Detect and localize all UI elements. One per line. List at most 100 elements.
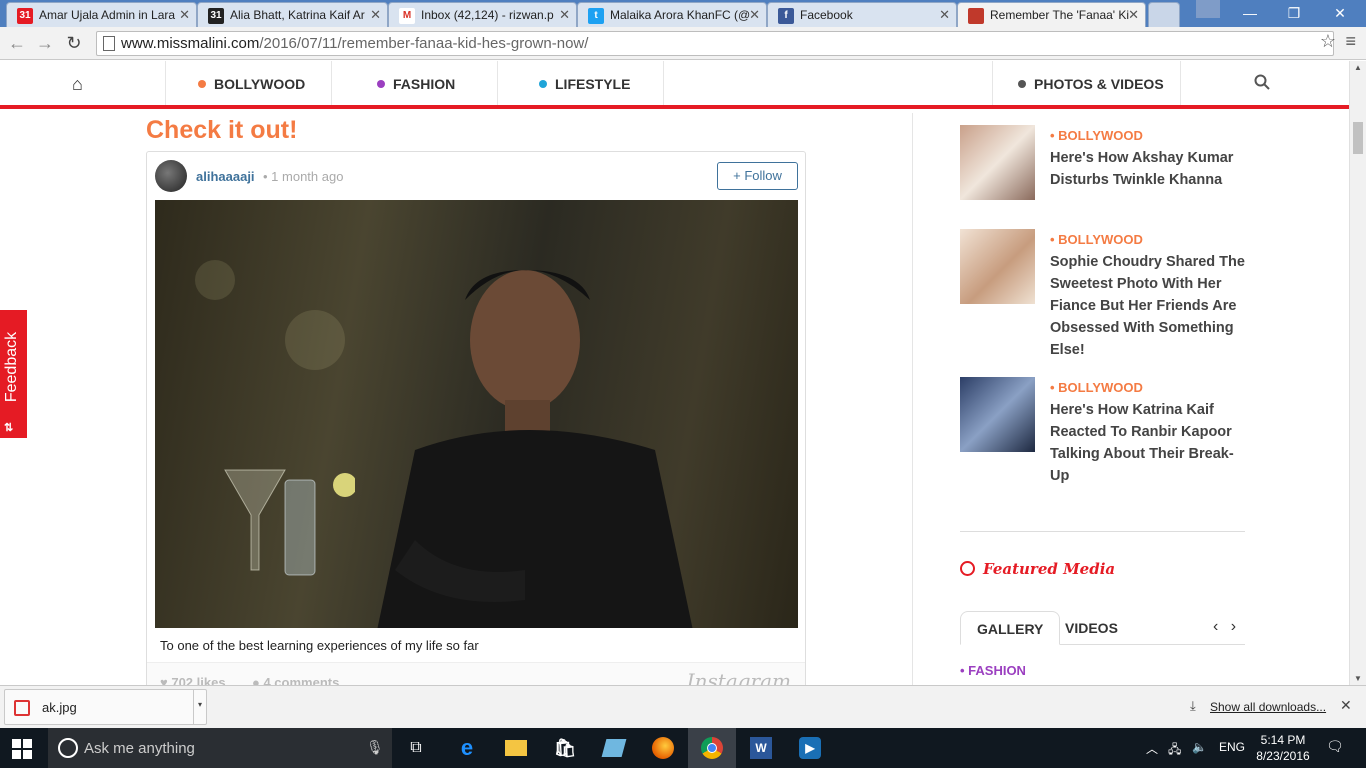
download-shelf: ak.jpg ▾ ⤓ Show all downloads... ✕ [0,685,1366,728]
language-indicator[interactable]: ENG [1219,740,1245,754]
network-icon[interactable]: 🖧 [1168,740,1181,761]
minimize-icon[interactable]: — [1228,0,1272,27]
media-player-icon[interactable]: ▶ [796,734,824,762]
browser-tab-5[interactable]: f Facebook ✕ [767,2,957,27]
tab-close-icon[interactable]: ✕ [559,7,570,23]
user-profile-icon[interactable] [1196,0,1220,18]
browser-tab-1[interactable]: 31 Amar Ujala Admin in Lara ✕ [6,2,197,27]
browser-tab-3[interactable]: M Inbox (42,124) - rizwan.p ✕ [388,2,577,27]
forward-arrow-icon[interactable]: → [33,32,57,54]
instagram-logo[interactable]: Instagram [687,669,791,685]
store-icon[interactable]: 🛍 [551,734,579,762]
search-icon[interactable] [1254,61,1270,105]
browser-tab-active[interactable]: Remember The 'Fanaa' Ki ✕ [957,2,1146,27]
amarujala-favicon-icon: 31 [17,8,33,24]
column-divider [912,113,913,685]
edge-icon[interactable]: e [453,734,481,762]
scroll-up-icon[interactable]: ▲ [1354,63,1362,72]
notification-center-icon[interactable]: 🗨 [1326,738,1344,755]
bokeh-light [195,260,235,300]
tab-close-icon[interactable]: ✕ [749,7,760,23]
firefox-icon[interactable] [649,734,677,762]
browser-tab-4[interactable]: t Malaika Arora KhanFC (@ ✕ [577,2,767,27]
taskbar-clock[interactable]: 5:14 PM 8/23/2016 [1253,732,1313,764]
story-category[interactable]: • BOLLYWOOD [1050,232,1143,247]
site-navigation: ⌂ BOLLYWOOD FASHION LIFESTYLE PHOTOS & V… [0,61,1349,109]
task-view-icon[interactable]: ⧉ [402,734,430,762]
story-headline[interactable]: Here's How Katrina Kaif Reacted To Ranbi… [1050,399,1250,487]
nav-item-photos-videos[interactable]: PHOTOS & VIDEOS [1018,61,1164,105]
download-options-icon[interactable]: ▾ [193,690,206,724]
clock-icon [960,561,975,576]
home-icon[interactable]: ⌂ [72,61,83,105]
close-shelf-icon[interactable]: ✕ [1340,697,1352,714]
story-headline[interactable]: Sophie Choudry Shared The Sweetest Photo… [1050,251,1250,361]
tab-close-icon[interactable]: ✕ [179,7,190,23]
tab-close-icon[interactable]: ✕ [370,7,381,23]
cortana-search[interactable]: Ask me anything 🎙 [48,728,392,768]
scroll-thumb[interactable] [1353,122,1363,154]
scroll-down-icon[interactable]: ▼ [1354,674,1362,683]
reload-icon[interactable]: ↻ [62,32,86,54]
sidebar-story[interactable]: • BOLLYWOOD Sophie Choudry Shared The Sw… [960,229,1250,369]
address-bar[interactable]: www.missmalini.com/2016/07/11/remember-f… [96,31,1334,56]
nav-item-lifestyle[interactable]: LIFESTYLE [539,61,630,105]
lifestyle-dot-icon [539,80,547,88]
twitter-favicon-icon: t [588,8,604,24]
bollywood-dot-icon [198,80,206,88]
tab-close-icon[interactable]: ✕ [939,7,950,23]
windows-start-icon[interactable] [12,739,32,759]
story-category[interactable]: • BOLLYWOOD [1050,128,1143,143]
browser-tab-2[interactable]: 31 Alia Bhatt, Katrina Kaif Ar ✕ [197,2,388,27]
carousel-arrows-icon[interactable]: ‹ › [1213,618,1240,636]
chrome-icon[interactable] [698,734,726,762]
story-thumbnail[interactable] [960,229,1035,304]
missmalini-favicon-icon [968,8,984,24]
story-headline[interactable]: Here's How Akshay Kumar Disturbs Twinkle… [1050,147,1250,191]
sidebar-story[interactable]: • BOLLYWOOD Here's How Katrina Kaif Reac… [960,377,1250,497]
follow-button[interactable]: + Follow [717,162,798,190]
word-icon[interactable]: W [747,734,775,762]
maximize-icon[interactable]: ❐ [1272,0,1316,27]
gallery-category[interactable]: • FASHION [960,663,1026,678]
back-arrow-icon[interactable]: ← [5,32,29,54]
tray-overflow-icon[interactable]: ︿ [1146,740,1158,757]
instagram-username[interactable]: alihaaaaji [196,169,255,184]
download-item[interactable]: ak.jpg ▾ [4,689,207,725]
instagram-embed: alihaaaaji • 1 month ago + Follow To one… [146,151,806,685]
chrome-menu-icon[interactable]: ≡ [1345,31,1356,52]
clock-date: 8/23/2016 [1256,749,1310,763]
app-icon[interactable] [600,734,628,762]
new-tab-button[interactable] [1148,2,1180,27]
bookmark-star-icon[interactable]: ☆ [1320,31,1336,52]
story-thumbnail[interactable] [960,377,1035,452]
window-close-icon[interactable]: ✕ [1318,0,1362,27]
time-ago-text: 1 month ago [271,169,344,184]
feedback-button[interactable]: Feedback ⇅ [0,310,27,438]
fashion-dot-icon [377,80,385,88]
nav-divider [992,61,993,105]
tab-close-icon[interactable]: ✕ [1128,7,1139,23]
tab-strip: 31 Amar Ujala Admin in Lara ✕ 31 Alia Bh… [0,0,1366,27]
file-explorer-icon[interactable] [502,734,530,762]
story-category[interactable]: • BOLLYWOOD [1050,380,1143,395]
microphone-icon[interactable]: 🎙 [366,739,384,756]
tab-gallery[interactable]: GALLERY [960,611,1061,645]
facebook-favicon-icon: f [778,8,794,24]
nav-item-fashion[interactable]: FASHION [377,61,455,105]
nav-divider [497,61,498,105]
nav-item-bollywood[interactable]: BOLLYWOOD [198,61,305,105]
nav-label: PHOTOS & VIDEOS [1034,76,1164,92]
tab-videos[interactable]: VIDEOS [1049,611,1134,645]
show-all-downloads-link[interactable]: Show all downloads... [1210,700,1326,714]
page-scrollbar[interactable]: ▲ ▼ [1349,61,1366,685]
volume-icon[interactable]: 🔈 [1192,740,1207,754]
nav-divider [165,61,166,105]
story-thumbnail[interactable] [960,125,1035,200]
avatar[interactable] [155,160,187,192]
tab-title: Inbox (42,124) - rizwan.p [421,8,554,22]
sidebar-story[interactable]: • BOLLYWOOD Here's How Akshay Kumar Dist… [960,125,1250,225]
nav-label: BOLLYWOOD [214,76,306,92]
instagram-photo[interactable] [155,200,798,628]
download-filename: ak.jpg [42,700,77,715]
